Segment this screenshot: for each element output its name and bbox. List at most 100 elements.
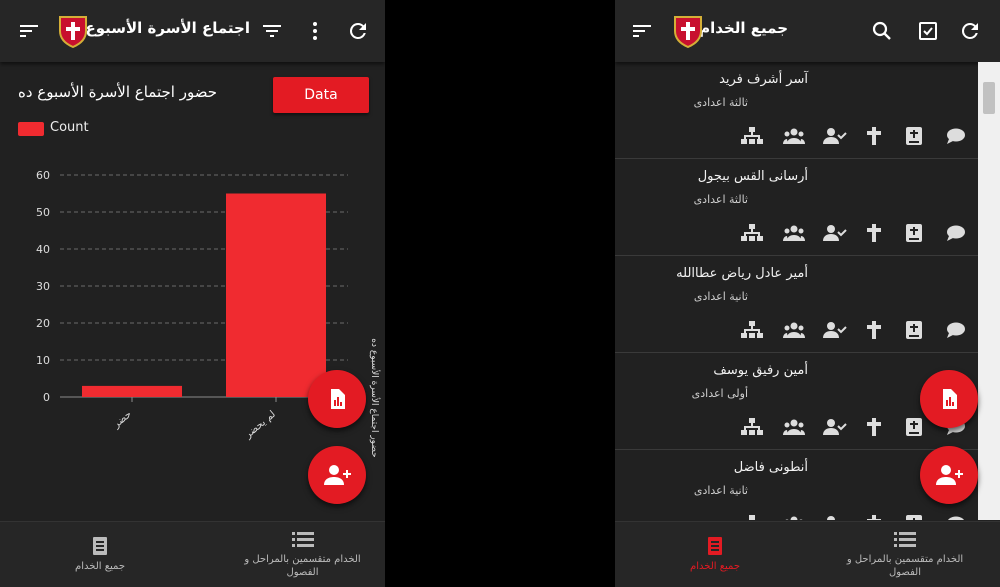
y-tick-label: 30: [36, 280, 50, 293]
person-check-icon[interactable]: [823, 320, 847, 340]
add-person-fab[interactable]: [308, 446, 366, 504]
bar: [226, 193, 326, 397]
message-icon[interactable]: [945, 126, 967, 146]
nav-servants-label: الخدام متقسمين بالمراحل و الفصول: [846, 553, 964, 578]
legend-label: Count: [50, 120, 89, 135]
servant-grade: ثانية اعدادى: [693, 290, 748, 303]
item-actions: [741, 223, 971, 243]
item-actions: [741, 320, 971, 340]
more-vert-icon[interactable]: [303, 19, 327, 43]
nav-all-label: جميع الخدام: [690, 561, 740, 572]
search-icon[interactable]: [870, 19, 894, 43]
servant-name: أنطونى فاضل: [733, 460, 808, 475]
scrollbar[interactable]: [978, 62, 1000, 520]
document-icon: [708, 537, 722, 555]
report-icon: [943, 389, 957, 409]
y-tick-label: 20: [36, 317, 50, 330]
app-bar: اجتماع الأسرة الأسبوع ده: [0, 0, 385, 62]
cross-icon[interactable]: [863, 126, 885, 146]
bottom-nav: جميع الخدام الخدام متقسمين بالمراحل و ال…: [615, 521, 1000, 587]
nav-all-servants[interactable]: جميع الخدام: [40, 522, 160, 587]
bottom-nav: الخدام متقسمين بالمراحل و الفصول جميع ال…: [0, 521, 385, 587]
person-add-icon: [324, 465, 351, 485]
bible-icon[interactable]: [903, 417, 925, 437]
nav-all-servants[interactable]: جميع الخدام: [655, 522, 775, 587]
bar: [82, 385, 182, 397]
group-icon[interactable]: [783, 417, 805, 437]
bible-icon[interactable]: [903, 514, 925, 520]
scrollbar-thumb[interactable]: [983, 82, 995, 114]
bible-icon[interactable]: [903, 320, 925, 340]
list-icon: [291, 531, 314, 547]
servant-grade: ثالثة اعدادى: [693, 96, 748, 109]
servant-name: أمير عادل رياض عطاالله: [676, 266, 808, 281]
filter-icon[interactable]: [260, 19, 284, 43]
message-icon[interactable]: [945, 320, 967, 340]
hierarchy-icon[interactable]: [741, 417, 763, 437]
page-title: جميع الخدام: [699, 19, 788, 37]
report-fab[interactable]: [920, 370, 978, 428]
nav-all-label: جميع الخدام: [75, 561, 125, 572]
nav-servants-by-class[interactable]: الخدام متقسمين بالمراحل و الفصول: [235, 522, 370, 587]
all-servants-screen: جميع الخدام آسر أشرف فريد ثالثة اعدادى أ…: [615, 0, 1000, 587]
servants-list: آسر أشرف فريد ثالثة اعدادى أرسانى القس ب…: [615, 62, 978, 520]
group-icon[interactable]: [783, 320, 805, 340]
y-tick-label: 0: [43, 391, 50, 404]
servant-name: أرسانى القس بيجول: [697, 169, 808, 184]
servant-name: آسر أشرف فريد: [719, 72, 808, 87]
logo-shield-icon: [673, 14, 703, 49]
document-icon: [93, 537, 107, 555]
select-checkbox-icon[interactable]: [916, 19, 940, 43]
x-tick-label: حضر: [110, 409, 133, 431]
servant-grade: ثانية اعدادى: [693, 484, 748, 497]
x-tick-label: لم يحضر: [242, 409, 278, 441]
add-person-fab[interactable]: [920, 446, 978, 504]
bible-icon[interactable]: [903, 223, 925, 243]
chart-title: حضور اجتماع الأسرة الأسبوع ده: [18, 83, 217, 101]
side-label: حضور اجتماع الأسرة الأسبوع ده: [369, 338, 381, 457]
person-check-icon[interactable]: [823, 514, 845, 520]
hierarchy-icon[interactable]: [741, 126, 763, 146]
nav-servants-label: الخدام متقسمين بالمراحل و الفصول: [244, 553, 361, 578]
servant-name: أمين رفيق يوسف: [713, 363, 808, 378]
list-item[interactable]: آسر أشرف فريد ثالثة اعدادى: [615, 62, 978, 159]
report-icon: [331, 389, 345, 409]
sort-menu-icon[interactable]: [17, 19, 41, 43]
data-button[interactable]: Data: [273, 77, 369, 113]
logo-shield-icon: [58, 14, 88, 49]
report-fab[interactable]: [308, 370, 366, 428]
legend-swatch: [18, 122, 44, 136]
y-tick-label: 10: [36, 354, 50, 367]
hierarchy-icon[interactable]: [741, 514, 763, 520]
refresh-icon[interactable]: [958, 19, 982, 43]
person-check-icon[interactable]: [823, 417, 847, 437]
y-tick-label: 60: [36, 169, 50, 182]
hierarchy-icon[interactable]: [741, 320, 763, 340]
refresh-icon[interactable]: [346, 19, 370, 43]
nav-servants-by-class[interactable]: الخدام متقسمين بالمراحل و الفصول: [830, 522, 980, 587]
page-title: اجتماع الأسرة الأسبوع ده: [63, 19, 250, 37]
group-icon[interactable]: [783, 514, 805, 520]
cross-icon[interactable]: [863, 223, 885, 243]
person-check-icon[interactable]: [823, 126, 847, 146]
cross-icon[interactable]: [863, 514, 885, 520]
person-check-icon[interactable]: [823, 223, 847, 243]
message-icon[interactable]: [945, 223, 967, 243]
hierarchy-icon[interactable]: [741, 223, 763, 243]
attendance-screen: اجتماع الأسرة الأسبوع ده حضور اجتماع الأ…: [0, 0, 385, 587]
group-icon[interactable]: [783, 223, 805, 243]
app-bar: جميع الخدام: [615, 0, 1000, 62]
list-item[interactable]: أمير عادل رياض عطاالله ثانية اعدادى: [615, 256, 978, 353]
y-tick-label: 40: [36, 243, 50, 256]
message-icon[interactable]: [945, 514, 967, 520]
cross-icon[interactable]: [863, 417, 885, 437]
sort-menu-icon[interactable]: [630, 19, 654, 43]
list-item[interactable]: أرسانى القس بيجول ثالثة اعدادى: [615, 159, 978, 256]
item-actions: [741, 514, 971, 520]
bible-icon[interactable]: [903, 126, 925, 146]
group-icon[interactable]: [783, 126, 805, 146]
servant-grade: ثالثة اعدادى: [693, 193, 748, 206]
cross-icon[interactable]: [863, 320, 885, 340]
item-actions: [741, 126, 971, 146]
person-add-icon: [936, 465, 963, 485]
